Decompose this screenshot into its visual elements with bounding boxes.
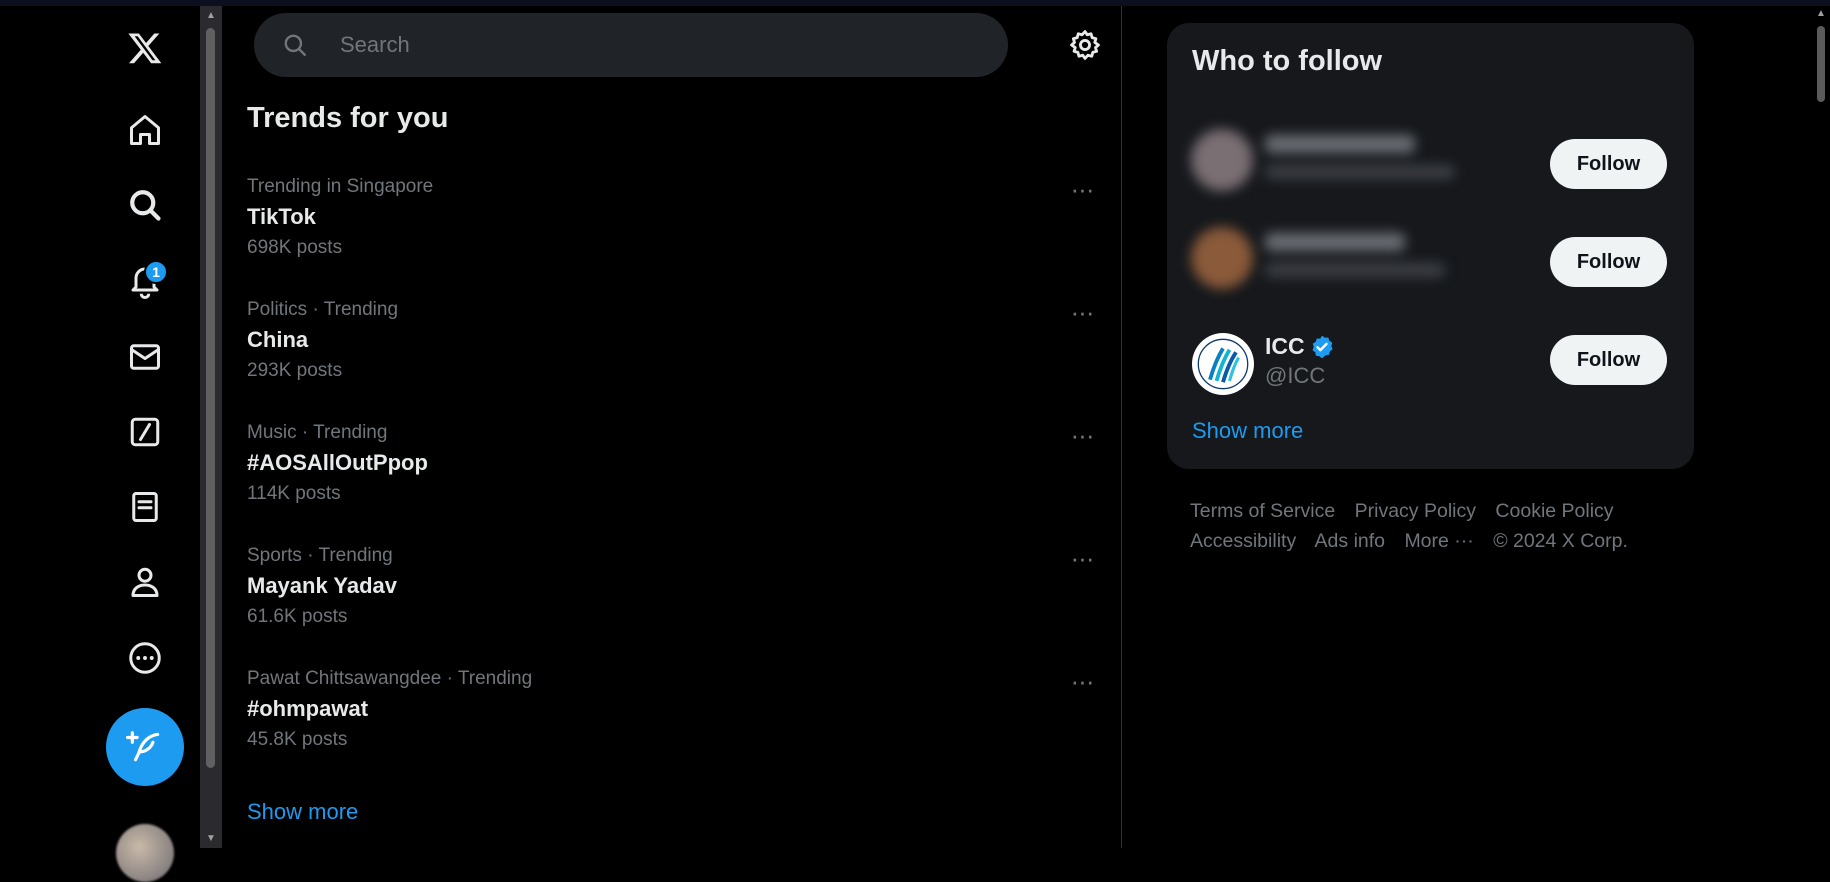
search-bar[interactable] bbox=[254, 13, 1008, 77]
more-dots-icon[interactable]: ··· bbox=[1067, 176, 1097, 206]
trend-name: China bbox=[247, 327, 309, 352]
who-to-follow-card: Who to follow Follow Follow ICC @ICC Fol… bbox=[1167, 23, 1694, 469]
home-icon[interactable] bbox=[120, 105, 170, 155]
trends-heading: Trends for you bbox=[247, 102, 449, 134]
profile-icon[interactable] bbox=[120, 557, 170, 607]
suggested-account-row[interactable]: Follow bbox=[1167, 119, 1694, 217]
scroll-up-arrow-icon[interactable]: ▲ bbox=[1816, 8, 1826, 19]
trend-item[interactable]: Politics · Trending China 293K posts ··· bbox=[247, 299, 1107, 417]
trend-post-count: 698K posts bbox=[247, 237, 343, 258]
trend-post-count: 45.8K posts bbox=[247, 729, 348, 750]
trend-post-count: 293K posts bbox=[247, 360, 343, 381]
footer-link[interactable]: Terms of Service bbox=[1190, 500, 1335, 522]
scroll-down-arrow-icon[interactable]: ▼ bbox=[206, 833, 216, 844]
account-avatar[interactable] bbox=[116, 824, 174, 882]
left-navigation: 1 bbox=[0, 6, 200, 882]
search-icon bbox=[284, 34, 306, 56]
grok-icon[interactable] bbox=[120, 407, 170, 457]
scrollbar-thumb[interactable] bbox=[206, 28, 215, 768]
scroll-up-arrow-icon[interactable]: ▲ bbox=[206, 10, 216, 21]
account-handle: @ICC bbox=[1265, 363, 1326, 388]
more-dots-icon[interactable]: ··· bbox=[1067, 668, 1097, 698]
messages-mail-icon[interactable] bbox=[120, 332, 170, 382]
page-scrollbar[interactable]: ▲ bbox=[1812, 6, 1830, 848]
page-scrollbar-thumb[interactable] bbox=[1817, 26, 1825, 102]
settings-gear-icon[interactable] bbox=[1068, 28, 1102, 62]
account-display-name: ICC bbox=[1265, 333, 1305, 359]
copyright: © 2024 X Corp. bbox=[1493, 530, 1628, 552]
footer-links: Terms of Service Privacy Policy Cookie P… bbox=[1190, 496, 1690, 556]
trend-context: Sports · Trending bbox=[247, 545, 393, 566]
explore-search-icon[interactable] bbox=[120, 180, 170, 230]
trend-item[interactable]: Pawat Chittsawangdee · Trending #ohmpawa… bbox=[247, 668, 1107, 786]
compose-post-button[interactable] bbox=[106, 708, 184, 786]
footer-more-link[interactable]: More ··· bbox=[1404, 530, 1473, 552]
more-dots-icon[interactable]: ··· bbox=[1067, 299, 1097, 329]
blurred-account-info bbox=[1187, 223, 1467, 297]
blurred-account-info bbox=[1187, 125, 1467, 199]
x-logo-icon[interactable] bbox=[120, 23, 170, 73]
feather-plus-icon bbox=[126, 731, 160, 762]
account-name: ICC bbox=[1265, 333, 1335, 360]
more-dots-icon[interactable]: ··· bbox=[1067, 545, 1097, 575]
trend-context: Music · Trending bbox=[247, 422, 388, 443]
timeline-scrollbar[interactable]: ▲ ▼ bbox=[200, 6, 222, 848]
sidebar-column: Who to follow Follow Follow ICC @ICC Fol… bbox=[1122, 6, 1812, 848]
footer-link[interactable]: Privacy Policy bbox=[1355, 500, 1476, 522]
notifications-badge: 1 bbox=[144, 260, 168, 284]
trend-post-count: 114K posts bbox=[247, 483, 341, 504]
trend-name: TikTok bbox=[247, 204, 316, 229]
icc-logo-icon bbox=[1197, 338, 1249, 390]
trend-name: #ohmpawat bbox=[247, 696, 369, 721]
suggested-account-row[interactable]: Follow bbox=[1167, 217, 1694, 315]
trend-context: Trending in Singapore bbox=[247, 176, 434, 197]
search-input[interactable] bbox=[340, 32, 940, 58]
lists-icon[interactable] bbox=[120, 482, 170, 532]
more-options-icon[interactable] bbox=[120, 633, 170, 683]
trends-show-more-link[interactable]: Show more bbox=[247, 799, 358, 825]
footer-link[interactable]: Cookie Policy bbox=[1495, 500, 1613, 522]
trend-context: Pawat Chittsawangdee · Trending bbox=[247, 668, 533, 689]
notifications-bell-icon[interactable]: 1 bbox=[120, 256, 170, 306]
trend-item[interactable]: Music · Trending #AOSAllOutPpop 114K pos… bbox=[247, 422, 1107, 540]
suggested-account-row[interactable]: ICC @ICC Follow bbox=[1167, 315, 1694, 413]
trend-post-count: 61.6K posts bbox=[247, 606, 348, 627]
follow-button[interactable]: Follow bbox=[1550, 139, 1667, 189]
trend-item[interactable]: Trending in Singapore TikTok 698K posts … bbox=[247, 176, 1107, 294]
trend-name: Mayank Yadav bbox=[247, 573, 398, 598]
footer-link[interactable]: Ads info bbox=[1315, 530, 1385, 552]
follow-button[interactable]: Follow bbox=[1550, 335, 1667, 385]
trend-item[interactable]: Sports · Trending Mayank Yadav 61.6K pos… bbox=[247, 545, 1107, 663]
icc-avatar[interactable] bbox=[1192, 333, 1254, 395]
trend-name: #AOSAllOutPpop bbox=[247, 450, 428, 475]
follow-button[interactable]: Follow bbox=[1550, 237, 1667, 287]
trend-context: Politics · Trending bbox=[247, 299, 399, 320]
footer-link[interactable]: Accessibility bbox=[1190, 530, 1296, 552]
verified-badge-icon bbox=[1312, 335, 1333, 358]
more-dots-icon[interactable]: ··· bbox=[1067, 422, 1097, 452]
who-to-follow-show-more-link[interactable]: Show more bbox=[1192, 418, 1303, 444]
explore-column: Trends for you Trending in Singapore Tik… bbox=[222, 6, 1122, 848]
who-to-follow-heading: Who to follow bbox=[1192, 45, 1383, 77]
